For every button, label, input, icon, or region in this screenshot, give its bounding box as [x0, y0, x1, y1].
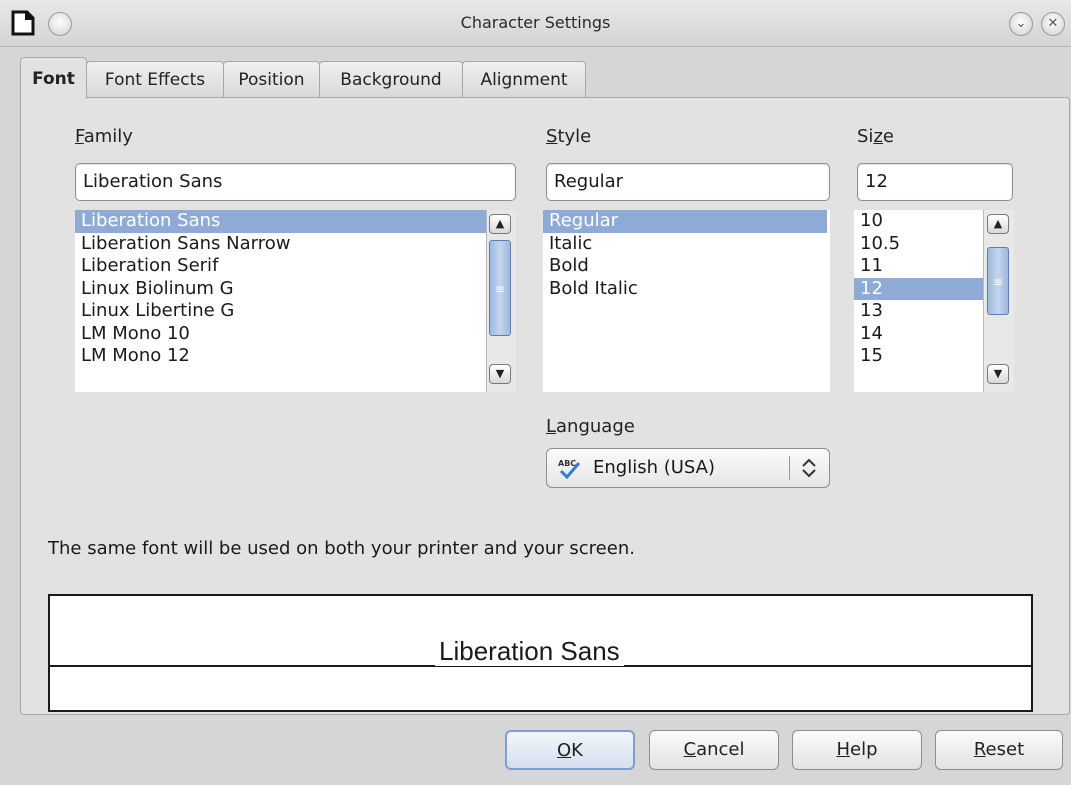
family-listbox[interactable]: Liberation Sans Liberation Sans Narrow L…: [75, 210, 516, 392]
family-scroll-thumb[interactable]: ≡: [489, 240, 511, 336]
family-list-item[interactable]: Linux Biolinum G: [75, 278, 516, 301]
chevron-up-icon: ▲: [993, 217, 1003, 230]
chevron-down-icon: ▼: [993, 367, 1003, 380]
tab-font[interactable]: Font: [20, 57, 87, 99]
style-input[interactable]: Regular: [546, 163, 830, 201]
family-input[interactable]: Liberation Sans: [75, 163, 516, 201]
size-scroll-down-button[interactable]: ▼: [987, 364, 1009, 384]
select-divider: [789, 456, 790, 480]
svg-text:ABC: ABC: [558, 459, 576, 468]
size-input[interactable]: 12: [857, 163, 1013, 201]
size-scroll-up-button[interactable]: ▲: [987, 214, 1009, 234]
help-button[interactable]: Help: [792, 730, 922, 770]
cancel-button[interactable]: Cancel: [649, 730, 779, 770]
title-bar: Character Settings ⌄ ✕: [0, 0, 1071, 47]
style-listbox[interactable]: Regular Italic Bold Bold Italic: [543, 210, 830, 392]
ok-button[interactable]: OK: [505, 730, 635, 770]
family-list-item[interactable]: Liberation Sans Narrow: [75, 233, 516, 256]
style-list-item[interactable]: Bold Italic: [543, 278, 830, 301]
language-select[interactable]: ABC English (USA): [546, 448, 830, 488]
info-text: The same font will be used on both your …: [48, 538, 635, 559]
tab-font-effects[interactable]: Font Effects: [86, 61, 224, 97]
close-button[interactable]: ✕: [1041, 12, 1065, 36]
chevron-down-icon: ▼: [495, 367, 505, 380]
chevron-down-icon: ⌄: [1015, 16, 1027, 31]
style-list-item[interactable]: Italic: [543, 233, 830, 256]
reset-button[interactable]: Reset: [935, 730, 1063, 770]
language-label: Language: [546, 416, 635, 437]
family-scroll-down-button[interactable]: ▼: [489, 364, 511, 384]
language-value: English (USA): [593, 457, 716, 478]
style-list-item[interactable]: Bold: [543, 255, 830, 278]
size-scroll-thumb[interactable]: ≡: [987, 247, 1009, 315]
tab-background[interactable]: Background: [319, 61, 463, 97]
window-title: Character Settings: [460, 13, 611, 32]
style-label: Style: [546, 126, 592, 147]
size-list-item[interactable]: 12: [854, 277, 984, 300]
family-list-item[interactable]: LM Mono 10: [75, 323, 516, 346]
family-label: Family: [75, 126, 133, 147]
style-list-item[interactable]: Regular: [543, 210, 827, 233]
tab-alignment[interactable]: Alignment: [462, 61, 586, 97]
family-scroll-up-button[interactable]: ▲: [489, 214, 511, 234]
font-preview: Liberation Sans: [48, 594, 1033, 712]
preview-text: Liberation Sans: [435, 636, 624, 666]
family-list-item[interactable]: Liberation Sans: [75, 210, 516, 233]
family-list-item[interactable]: Liberation Serif: [75, 255, 516, 278]
size-label: Size: [857, 126, 894, 147]
family-list-item[interactable]: Linux Libertine G: [75, 300, 516, 323]
up-down-arrows-icon: [802, 458, 816, 478]
tab-position[interactable]: Position: [223, 61, 320, 97]
family-list-item[interactable]: LM Mono 12: [75, 345, 516, 368]
minimize-button[interactable]: ⌄: [1009, 12, 1033, 36]
spellcheck-abc-icon: ABC: [558, 459, 581, 479]
close-icon: ✕: [1047, 16, 1059, 31]
chevron-up-icon: ▲: [495, 217, 505, 230]
